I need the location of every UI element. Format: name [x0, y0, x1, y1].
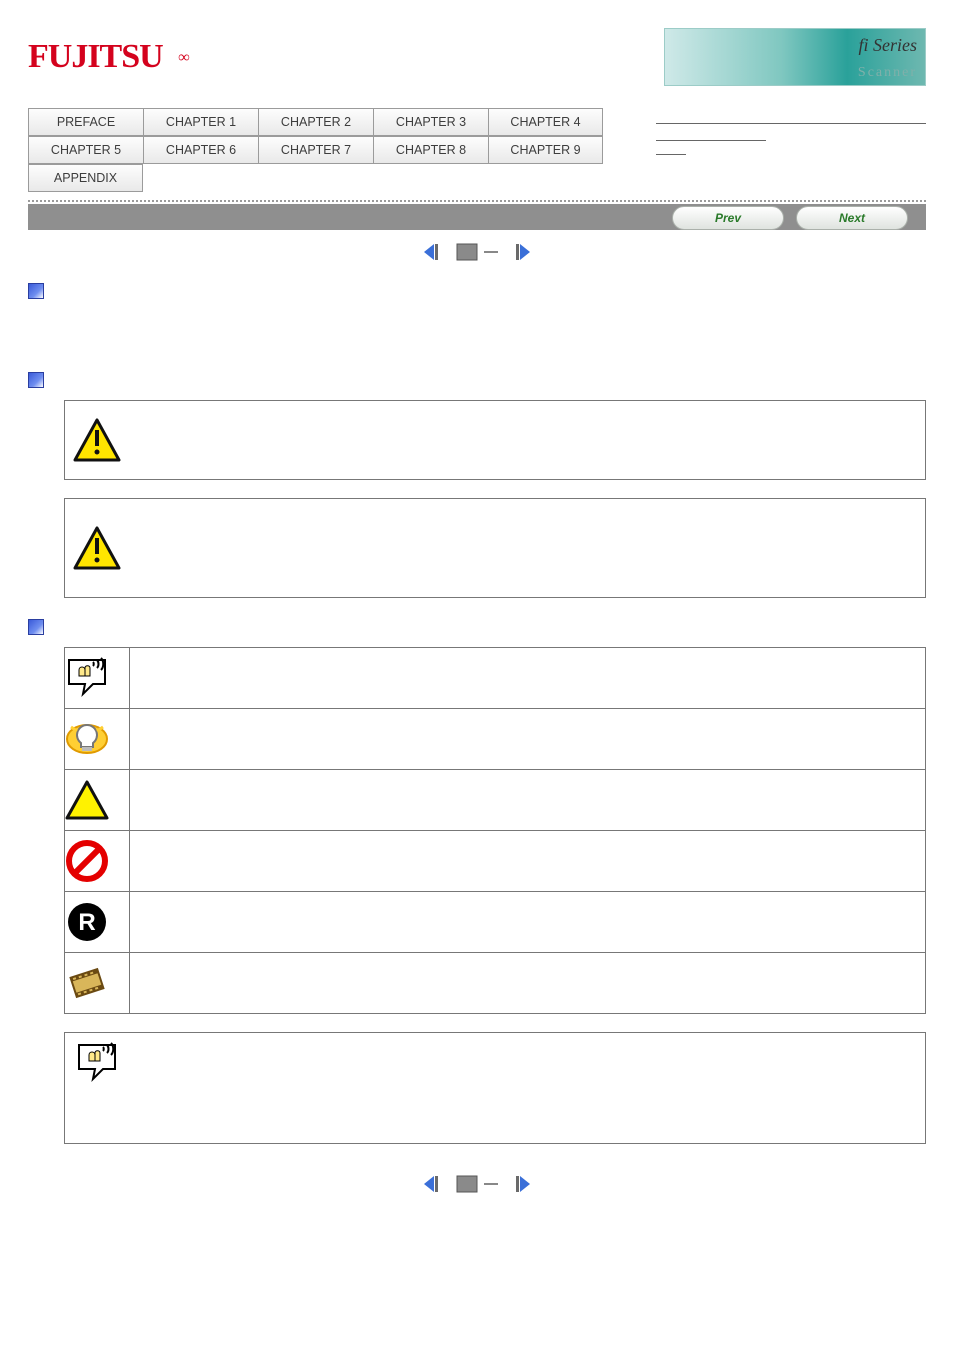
- tab-chapter-3[interactable]: CHAPTER 3: [373, 108, 488, 136]
- pager-prev-icon[interactable]: [422, 242, 450, 262]
- next-button[interactable]: Next: [796, 206, 908, 230]
- pager-top: [28, 242, 926, 262]
- table-row: [65, 831, 926, 892]
- nav-bar: Prev Next: [28, 204, 926, 230]
- tab-chapter-5[interactable]: CHAPTER 5: [28, 136, 143, 164]
- brand-logo-text: FUJITSU: [28, 38, 163, 75]
- svg-text:R: R: [78, 909, 95, 936]
- warning-box-2: [64, 498, 926, 598]
- tab-chapter-9[interactable]: CHAPTER 9: [488, 136, 603, 164]
- series-banner-sub: Scanner: [858, 65, 917, 81]
- table-row: R: [65, 892, 926, 953]
- prohibited-icon: [65, 839, 109, 883]
- contents-line-1: [656, 123, 926, 124]
- hint-bulb-icon: [65, 717, 109, 761]
- warning-triangle-icon: [73, 526, 121, 570]
- contents-line-2: [656, 140, 766, 141]
- pager-next-icon[interactable]: [504, 1174, 532, 1194]
- recycle-icon: R: [65, 900, 109, 944]
- tab-chapter-8[interactable]: CHAPTER 8: [373, 136, 488, 164]
- pager-sep-icon: [484, 1174, 498, 1194]
- warning-triangle-plain-icon: [65, 780, 109, 820]
- section-bullet-icon: [28, 372, 44, 388]
- pager-prev-icon[interactable]: [422, 1174, 450, 1194]
- pager-bottom: [28, 1174, 926, 1194]
- tab-chapter-7[interactable]: CHAPTER 7: [258, 136, 373, 164]
- section-bullet-icon: [28, 619, 44, 635]
- tab-chapter-1[interactable]: CHAPTER 1: [143, 108, 258, 136]
- divider-dotted: [28, 200, 926, 202]
- tab-preface[interactable]: PREFACE: [28, 108, 143, 136]
- pager-next-icon[interactable]: [504, 242, 532, 262]
- contents-lines: [646, 108, 926, 155]
- chapter-tabs: PREFACE CHAPTER 1 CHAPTER 2 CHAPTER 3 CH…: [28, 108, 603, 192]
- brand-logo: FUJITSU: [28, 38, 170, 76]
- pager-sep-icon: [484, 242, 498, 262]
- tab-chapter-2[interactable]: CHAPTER 2: [258, 108, 373, 136]
- attention-hand-icon: [75, 1041, 119, 1085]
- warning-box-1: [64, 400, 926, 480]
- contents-line-3: [656, 154, 686, 155]
- attention-hand-icon: [65, 656, 109, 700]
- series-banner: fi Series Scanner: [664, 28, 926, 86]
- tab-chapter-4[interactable]: CHAPTER 4: [488, 108, 603, 136]
- pager-page-icon: [456, 242, 478, 262]
- prev-button[interactable]: Prev: [672, 206, 784, 230]
- table-row: [65, 953, 926, 1014]
- warning-triangle-icon: [73, 418, 121, 462]
- table-row: [65, 770, 926, 831]
- symbols-table: R: [64, 647, 926, 1014]
- note-box: [64, 1032, 926, 1144]
- table-row: [65, 709, 926, 770]
- movie-clip-icon: [65, 961, 109, 1005]
- tab-appendix[interactable]: APPENDIX: [28, 164, 143, 192]
- pager-page-icon: [456, 1174, 478, 1194]
- tab-chapter-6[interactable]: CHAPTER 6: [143, 136, 258, 164]
- section-bullet-icon: [28, 283, 44, 299]
- series-banner-title: fi Series: [859, 35, 918, 56]
- table-row: [65, 648, 926, 709]
